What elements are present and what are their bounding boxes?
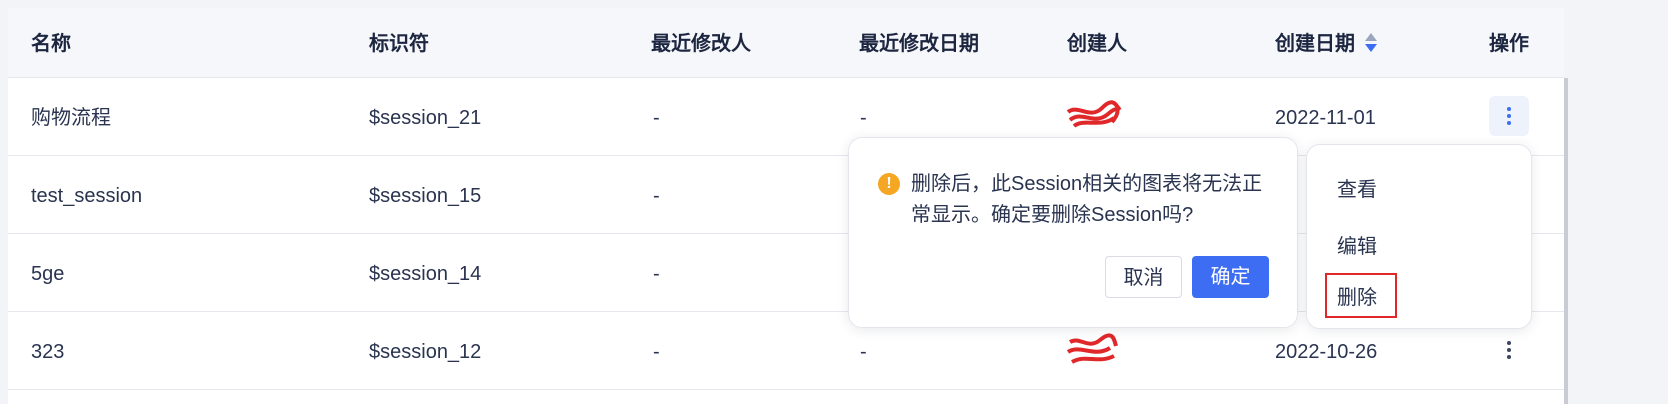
cell-name: test_session: [31, 185, 143, 207]
redacted-creator-scribble: [1066, 333, 1118, 364]
confirm-button[interactable]: 确定: [1192, 256, 1269, 298]
more-vertical-icon: [1507, 121, 1511, 125]
actions-dropdown-menu: 查看 编辑 删除: [1306, 144, 1532, 329]
more-actions-button[interactable]: [1489, 96, 1529, 136]
menu-item-edit[interactable]: 编辑: [1337, 230, 1377, 259]
sort-down-icon: [1365, 43, 1377, 52]
confirm-message: 删除后，此Session相关的图表将无法正常显示。确定要删除Session吗?: [911, 173, 1263, 226]
header-creator: 创建人: [1067, 33, 1127, 55]
table-header: 名称 标识符 最近修改人 最近修改日期 创建人 创建日期 操作: [8, 8, 1564, 78]
redacted-creator-scribble: [1066, 100, 1122, 128]
header-identifier: 标识符: [369, 33, 429, 55]
header-created-date[interactable]: 创建日期: [1275, 8, 1377, 77]
sort-up-icon: [1365, 32, 1377, 41]
header-actions: 操作: [1489, 33, 1529, 55]
cell-identifier: $session_14: [369, 263, 482, 285]
delete-confirm-popover: ! 删除后，此Session相关的图表将无法正常显示。确定要删除Session吗…: [848, 137, 1298, 328]
cell-modified-by: -: [653, 107, 660, 129]
more-vertical-icon: [1507, 355, 1511, 359]
more-vertical-icon: [1507, 107, 1511, 111]
cell-modified-by: -: [653, 263, 660, 285]
more-vertical-icon: [1507, 114, 1511, 118]
cell-modified-by: -: [653, 341, 660, 363]
cell-identifier: $session_12: [369, 341, 482, 363]
header-modified-date: 最近修改日期: [859, 33, 979, 55]
sort-caret-icon[interactable]: [1365, 32, 1377, 54]
cell-name: 购物流程: [31, 107, 111, 129]
header-modified-by: 最近修改人: [651, 33, 751, 55]
cancel-button[interactable]: 取消: [1105, 256, 1182, 298]
exclamation-circle-icon: !: [878, 173, 900, 195]
more-vertical-icon: [1507, 348, 1511, 352]
menu-item-delete[interactable]: 删除: [1325, 273, 1397, 318]
more-vertical-icon: [1507, 341, 1511, 345]
more-actions-button[interactable]: [1489, 330, 1529, 370]
menu-item-view[interactable]: 查看: [1337, 173, 1377, 202]
cell-identifier: $session_15: [369, 185, 482, 207]
cell-name: 323: [31, 341, 65, 363]
cell-modified-by: -: [653, 185, 660, 207]
header-created-date-label: 创建日期: [1275, 33, 1355, 55]
header-name: 名称: [31, 33, 71, 55]
cell-identifier: $session_21: [369, 107, 482, 129]
cell-name: 5ge: [31, 263, 65, 285]
vertical-scrollbar[interactable]: [1564, 78, 1568, 404]
